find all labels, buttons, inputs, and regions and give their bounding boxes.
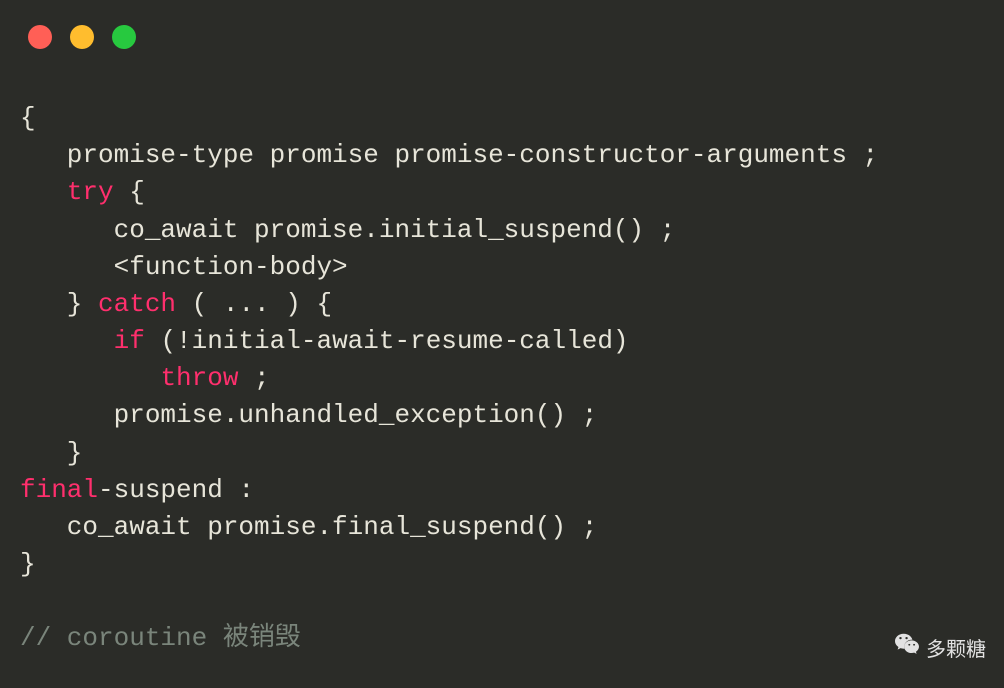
code-line: throw ; [20,360,984,397]
code-line: promise-type promise promise-constructor… [20,137,984,174]
zoom-dot [112,25,136,49]
code-line [20,583,984,620]
code-line: } [20,546,984,583]
window-traffic-lights [28,25,136,49]
code-line: promise.unhandled_exception() ; [20,397,984,434]
code-line: } catch ( ... ) { [20,286,984,323]
watermark-text: 多颗糖 [926,633,986,662]
code-line: final-suspend : [20,472,984,509]
watermark: 多颗糖 [894,631,986,663]
code-line: // coroutine 被销毁 [20,620,984,657]
code-line: try { [20,174,984,211]
close-dot [28,25,52,49]
minimize-dot [70,25,94,49]
code-line: } [20,435,984,472]
code-line: <function-body> [20,249,984,286]
code-line: co_await promise.initial_suspend() ; [20,212,984,249]
code-line: { [20,100,984,137]
code-line: co_await promise.final_suspend() ; [20,509,984,546]
code-block: { promise-type promise promise-construct… [20,100,984,658]
wechat-icon [894,631,920,663]
code-line: if (!initial-await-resume-called) [20,323,984,360]
code-window: { promise-type promise promise-construct… [0,0,1004,688]
